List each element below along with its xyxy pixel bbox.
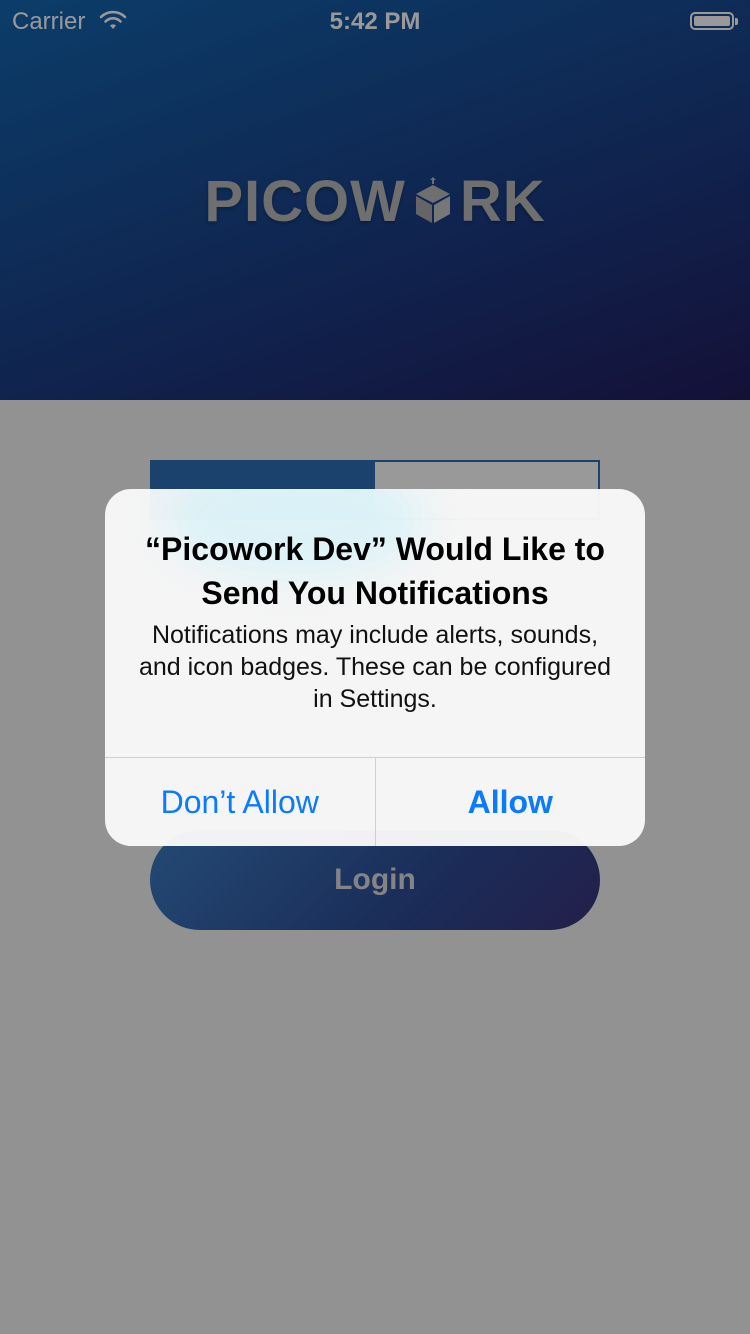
allow-button[interactable]: Allow: [376, 758, 646, 846]
alert-title: “Picowork Dev” Would Like to Send You No…: [145, 531, 605, 611]
dont-allow-button[interactable]: Don’t Allow: [105, 758, 375, 846]
alert-message: Notifications may include alerts, sounds…: [138, 621, 612, 713]
notification-permission-alert: “Picowork Dev” Would Like to Send You No…: [105, 489, 645, 846]
alert-actions: Don’t Allow Allow: [105, 757, 645, 846]
